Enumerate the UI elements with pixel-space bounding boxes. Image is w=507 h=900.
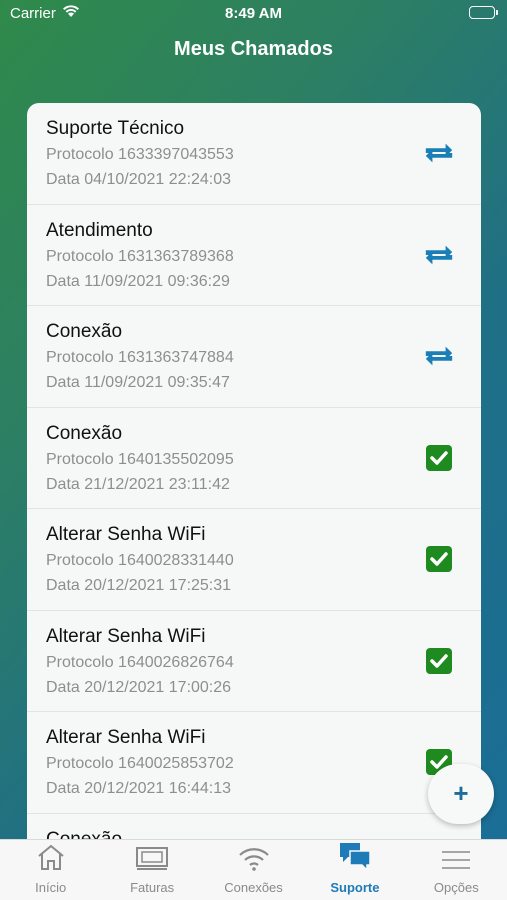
tab-label: Início (35, 880, 67, 895)
ticket-title: Suporte Técnico (46, 118, 185, 139)
checkbox-checked-icon (423, 546, 455, 572)
tab-bar: Início Faturas Conexões Suporte Opções (0, 839, 507, 900)
tab-conexoes[interactable]: Conexões (203, 840, 304, 900)
checkbox-checked-icon (423, 444, 455, 471)
ticket-title: Alterar Senha WiFi (46, 727, 206, 748)
ticket-date: Data 11/09/2021 09:35:47 (46, 374, 230, 391)
sync-icon (423, 343, 455, 369)
tab-inicio[interactable]: Início (0, 840, 101, 900)
sync-icon (423, 242, 455, 268)
ticket-title: Atendimento (46, 219, 153, 241)
ticket-protocol: Protocolo 1640028331440 (46, 552, 234, 569)
ticket-protocol: Protocolo 1631363747884 (46, 349, 234, 366)
checkbox-checked-icon (423, 647, 455, 674)
ticket-date: Data 21/12/2021 23:11:42 (46, 475, 230, 493)
tab-label: Faturas (130, 880, 175, 895)
add-ticket-button[interactable]: + (428, 764, 494, 824)
ticket-date: Data 20/12/2021 16:44:13 (46, 780, 232, 797)
wifi-icon (237, 845, 271, 874)
ticket-protocol: Protocolo 1640135502095 (46, 450, 234, 468)
invoice-icon (135, 845, 169, 874)
tab-suporte[interactable]: Suporte (304, 840, 405, 900)
page-title: Meus Chamados (174, 38, 333, 60)
ticket-date: Data 04/10/2021 22:24:03 (46, 171, 232, 188)
ticket-date: Data 11/09/2021 09:36:29 (46, 272, 230, 290)
tab-label: Suporte (330, 880, 380, 895)
house-icon (36, 843, 66, 874)
chat-bubbles-icon (338, 841, 372, 874)
ticket-row[interactable]: Alterar Senha WiFi Protocolo 164002833144… (27, 509, 481, 611)
ticket-protocol: Protocolo 1633397043553 (46, 146, 234, 163)
menu-icon (441, 849, 471, 874)
tab-label: Opções (433, 880, 479, 895)
ticket-title: Alterar Senha WiFi (46, 524, 206, 545)
battery-icon (469, 6, 498, 19)
tab-label: Conexões (224, 880, 283, 895)
status-bar: Carrier 8:49 AM (0, 0, 507, 28)
sync-icon (423, 140, 455, 166)
ticket-row[interactable]: Atendimento Protocolo 1631363789368 Data 1… (27, 205, 481, 306)
ticket-date: Data 20/12/2021 17:00:26 (46, 678, 232, 696)
ticket-protocol: Protocolo 1631363789368 (46, 247, 234, 265)
tab-faturas[interactable]: Faturas (101, 840, 202, 900)
ticket-title: Conexão (46, 422, 123, 444)
tab-opcoes[interactable]: Opções (406, 840, 507, 900)
ticket-protocol: Protocolo 1640025853702 (46, 755, 234, 772)
ticket-row[interactable]: Alterar Senha WiFi Protocolo 164002585370… (27, 712, 481, 814)
ticket-title: Conexão (46, 321, 123, 342)
ticket-list: Suporte Técnico Protocolo 1633397043553 Da… (27, 103, 481, 863)
ticket-date: Data 20/12/2021 17:25:31 (46, 577, 232, 594)
clock: 8:49 AM (225, 5, 282, 22)
ticket-protocol: Protocolo 1640026826764 (46, 653, 234, 671)
ticket-row[interactable]: Suporte Técnico Protocolo 1633397043553 Da… (27, 103, 481, 205)
ticket-row[interactable]: Conexão Protocolo 1640135502095 Data 21/12… (27, 408, 481, 509)
ticket-row[interactable]: Conexão Protocolo 1631363747884 Data 11/09… (27, 306, 481, 408)
ticket-title: Alterar Senha WiFi (46, 625, 206, 647)
ticket-row[interactable]: Alterar Senha WiFi Protocolo 164002682676… (27, 611, 481, 712)
